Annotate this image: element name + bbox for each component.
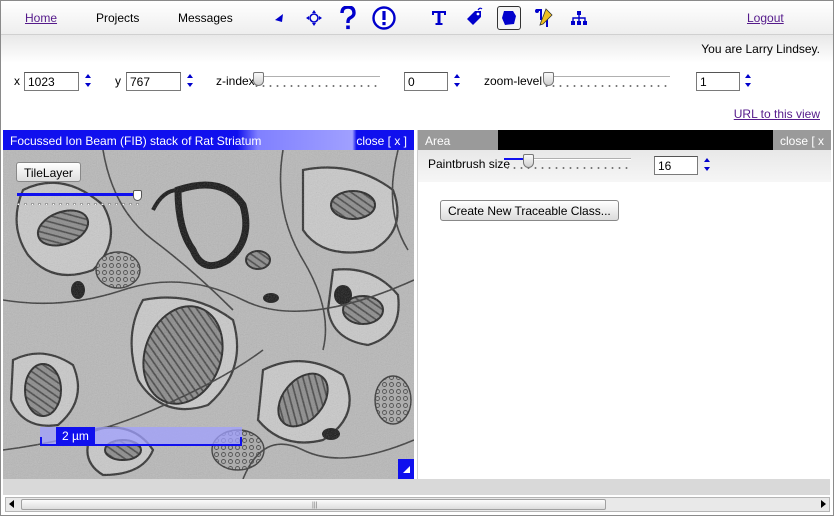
paintbrush-size-spinner[interactable]: [704, 156, 712, 174]
stack-title: Focussed Ion Beam (FIB) stack of Rat Str…: [10, 134, 262, 148]
user-greeting: You are Larry Lindsey.: [701, 42, 820, 56]
y-label: y: [115, 74, 121, 88]
scrollbar-thumb[interactable]: |||: [21, 499, 606, 510]
text-tool-icon[interactable]: [427, 6, 451, 30]
z-index-slider[interactable]: [253, 72, 380, 92]
logout-link[interactable]: Logout: [747, 11, 784, 25]
top-toolbar: Home Projects Messages Logout: [1, 1, 833, 35]
create-traceable-class-button[interactable]: Create New Traceable Class...: [440, 200, 619, 221]
scale-bar: 2 µm: [40, 427, 242, 447]
stack-title-bar: Focussed Ion Beam (FIB) stack of Rat Str…: [3, 130, 414, 150]
overview-toggle-icon[interactable]: [398, 459, 414, 479]
zoom-level-input[interactable]: [696, 72, 740, 91]
paintbrush-size-thumb[interactable]: [522, 154, 534, 168]
panel-title: Area Segment: [418, 130, 498, 162]
y-coordinate-input[interactable]: [126, 72, 181, 91]
tracing-tool-icon[interactable]: [532, 6, 556, 30]
y-spinner[interactable]: [187, 72, 195, 90]
url-bar: URL to this view: [1, 101, 833, 129]
paintbrush-size-label: Paintbrush size: [428, 157, 511, 171]
paintbrush-size-slider[interactable]: [504, 154, 631, 174]
move-crosshair-icon[interactable]: [302, 6, 326, 30]
z-index-label: z-index: [216, 74, 255, 88]
x-coordinate-input[interactable]: [24, 72, 79, 91]
messages-menu[interactable]: Messages: [178, 11, 233, 25]
user-bar: You are Larry Lindsey.: [1, 35, 833, 63]
status-strip: [3, 479, 830, 495]
tag-tool-icon[interactable]: [462, 6, 486, 30]
panel-title-bar: Area Segment close [ x ]: [418, 130, 831, 162]
z-index-slider-thumb[interactable]: [253, 72, 264, 86]
x-spinner[interactable]: [85, 72, 93, 90]
hierarchy-tree-icon[interactable]: [567, 6, 591, 30]
area-segment-tool-icon[interactable]: [497, 6, 521, 30]
tilelayer-opacity-slider[interactable]: [15, 190, 142, 208]
navigate-arrow-icon[interactable]: [267, 6, 291, 30]
scroll-right-arrow-icon[interactable]: [821, 500, 826, 508]
zoom-level-slider-thumb[interactable]: [543, 72, 554, 86]
scroll-left-arrow-icon[interactable]: [9, 500, 14, 508]
stack-viewer[interactable]: Focussed Ion Beam (FIB) stack of Rat Str…: [3, 130, 414, 479]
scale-bar-label: 2 µm: [56, 427, 95, 444]
x-label: x: [14, 74, 20, 88]
tilelayer-button[interactable]: TileLayer: [16, 162, 81, 182]
z-index-input[interactable]: [404, 72, 448, 91]
horizontal-scrollbar[interactable]: |||: [5, 497, 830, 512]
panel-close-button[interactable]: close [ x ]: [773, 130, 831, 162]
alert-exclamation-icon[interactable]: [372, 6, 396, 30]
stack-close-button[interactable]: close [ x ]: [356, 134, 407, 148]
zoom-level-slider[interactable]: [543, 72, 670, 92]
area-segment-panel: Area Segment close [ x ] Paintbrush size…: [417, 130, 831, 479]
coordinate-bar: x y z-index zoom-level: [1, 63, 833, 101]
help-question-icon[interactable]: [336, 6, 360, 30]
z-index-spinner[interactable]: [454, 72, 462, 90]
zoom-level-spinner[interactable]: [745, 72, 753, 90]
url-to-view-link[interactable]: URL to this view: [734, 107, 820, 121]
home-link[interactable]: Home: [25, 11, 57, 25]
paintbrush-toolbar: Paintbrush size: [418, 150, 831, 182]
paintbrush-size-input[interactable]: [654, 156, 698, 175]
projects-menu[interactable]: Projects: [96, 11, 139, 25]
zoom-level-label: zoom-level: [484, 74, 543, 88]
tilelayer-opacity-thumb[interactable]: [133, 190, 142, 201]
